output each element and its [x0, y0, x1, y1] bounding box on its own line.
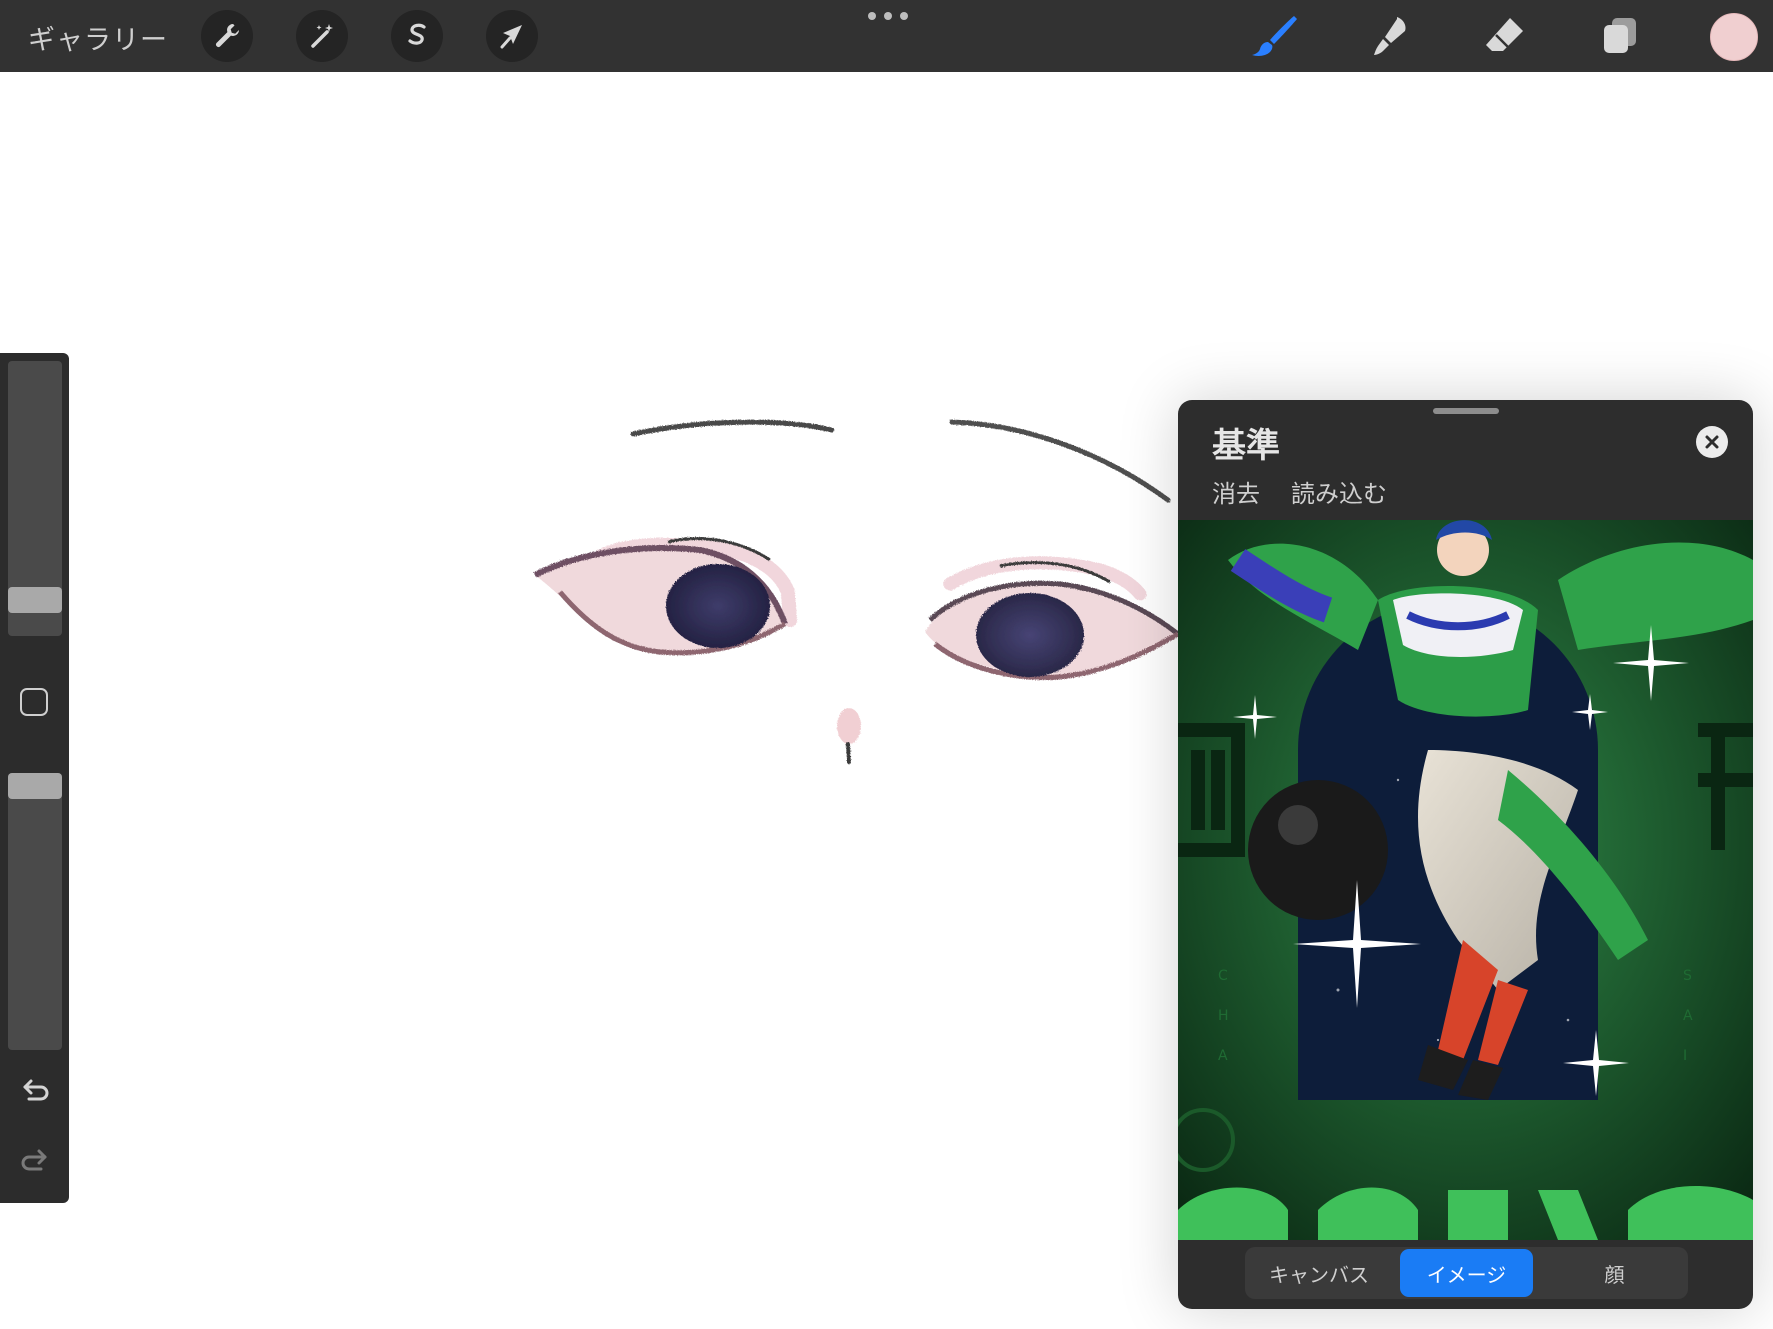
import-image-button[interactable]: 読み込む: [1291, 474, 1387, 509]
right-eyebrow-stroke: [949, 419, 1171, 503]
tab-image[interactable]: イメージ: [1400, 1249, 1533, 1297]
more-dot-icon: [884, 12, 892, 20]
more-options-button[interactable]: [868, 10, 908, 22]
panel-drag-handle[interactable]: [1433, 408, 1499, 414]
gallery-button[interactable]: ギャラリー: [28, 18, 168, 57]
nose-drawing: [837, 708, 861, 764]
opacity-slider[interactable]: [8, 773, 62, 1050]
opacity-thumb[interactable]: [8, 773, 62, 799]
tab-canvas[interactable]: キャンバス: [1249, 1249, 1389, 1297]
more-dot-icon: [900, 12, 908, 20]
paint-brush-button[interactable]: [1248, 10, 1302, 62]
top-toolbar: ギャラリー: [0, 0, 1773, 72]
transform-button[interactable]: [486, 10, 538, 62]
tab-face[interactable]: 顔: [1545, 1249, 1684, 1297]
brush-size-thumb[interactable]: [8, 587, 62, 613]
smudge-icon: [1374, 17, 1406, 55]
left-sidebar: [0, 353, 69, 1203]
clear-reference-button[interactable]: 消去: [1212, 474, 1260, 509]
eraser-icon: [1486, 18, 1523, 51]
svg-text:I: I: [1683, 1048, 1687, 1064]
svg-text:A: A: [1683, 1008, 1693, 1024]
left-eye-drawing: [533, 537, 797, 656]
brush-icon: [1252, 16, 1297, 56]
right-eye-drawing: [925, 556, 1180, 680]
selection-button[interactable]: [391, 10, 443, 62]
close-reference-button[interactable]: [1696, 426, 1728, 458]
color-picker-button[interactable]: [1710, 13, 1758, 61]
layers-button[interactable]: [1593, 10, 1647, 62]
close-icon: [1705, 435, 1719, 449]
adjustments-button[interactable]: [296, 10, 348, 62]
layers-icon: [1604, 18, 1636, 53]
arrow-cursor-icon: [500, 25, 522, 49]
actions-wrench-button[interactable]: [201, 10, 253, 62]
reference-image[interactable]: C H A S A I: [1178, 520, 1753, 1240]
eraser-button[interactable]: [1478, 10, 1532, 62]
modify-button[interactable]: [20, 688, 48, 716]
magic-wand-icon: [311, 24, 333, 48]
reference-panel: 基準 消去 読み込む C H A S A I キャンバス イメージ 顔: [1178, 400, 1753, 1309]
selection-s-icon: [408, 23, 426, 45]
undo-icon[interactable]: [17, 1073, 53, 1109]
wrench-icon: [216, 24, 239, 47]
reference-tab-bar: キャンバス イメージ 顔: [1245, 1247, 1688, 1299]
reference-title: 基準: [1212, 426, 1280, 466]
redo-icon[interactable]: [17, 1143, 53, 1179]
more-dot-icon: [868, 12, 876, 20]
smudge-button[interactable]: [1363, 10, 1417, 62]
left-eyebrow-stroke: [630, 419, 835, 437]
svg-text:H: H: [1218, 1008, 1229, 1024]
svg-text:A: A: [1218, 1048, 1228, 1064]
svg-text:C: C: [1218, 968, 1228, 984]
svg-text:S: S: [1683, 968, 1692, 984]
